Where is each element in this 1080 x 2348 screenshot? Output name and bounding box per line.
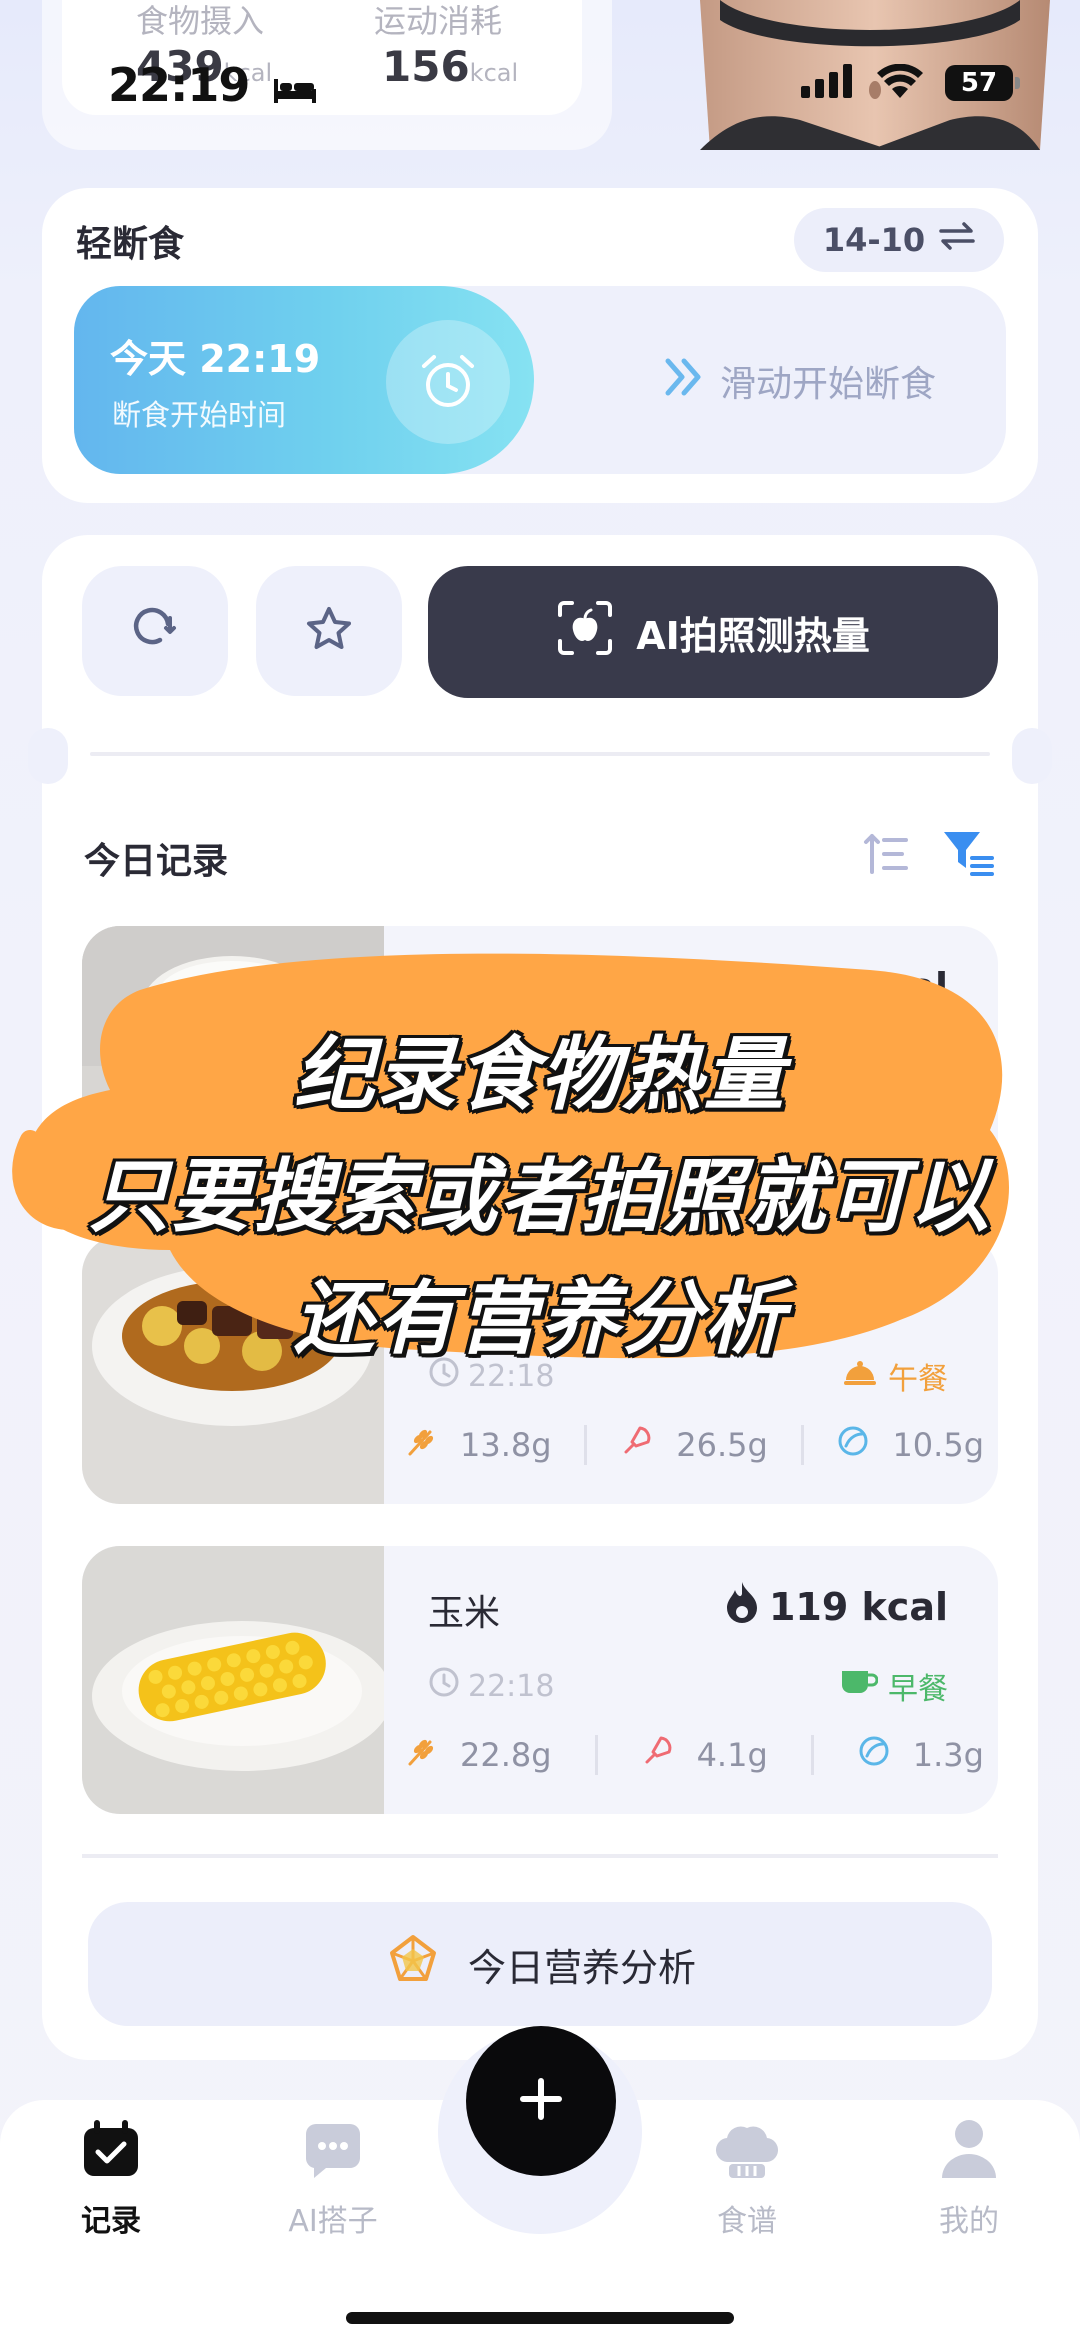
battery-level: 57 bbox=[945, 65, 1013, 101]
filter-button[interactable] bbox=[942, 828, 994, 882]
protein: 26.5g bbox=[620, 1424, 768, 1466]
status-time: 22:19 bbox=[108, 58, 318, 116]
person-icon bbox=[940, 2118, 998, 2188]
caption-line-2: 只要搜索或者拍照就可以 bbox=[89, 1150, 991, 1243]
tab-ai-buddy[interactable]: AI搭子 bbox=[248, 2120, 418, 2240]
tab-profile[interactable]: 我的 bbox=[884, 2120, 1054, 2240]
protein-value: 4.1g bbox=[696, 1736, 768, 1774]
camera-scan-icon bbox=[556, 599, 614, 666]
caption-line-1: 纪录食物热量 bbox=[294, 1028, 786, 1121]
oil-drop-icon bbox=[857, 1734, 891, 1776]
double-chevron-right-icon bbox=[664, 357, 706, 406]
alarm-clock-icon bbox=[386, 320, 510, 444]
add-record-button[interactable] bbox=[466, 2026, 616, 2176]
meal-label: 早餐 bbox=[888, 1672, 948, 1707]
burn-value: 156kcal bbox=[382, 42, 518, 91]
food-name: 玉米 bbox=[428, 1593, 501, 1634]
tab-label: 记录 bbox=[81, 2204, 141, 2239]
card-notch-left bbox=[28, 728, 68, 784]
status-indicators: 57 bbox=[801, 63, 1020, 102]
burn-unit: kcal bbox=[469, 59, 519, 87]
tab-recipes[interactable]: 食谱 bbox=[662, 2120, 832, 2240]
wifi-icon bbox=[877, 63, 923, 102]
food-entry[interactable]: 玉米 119 kcal 22:18 早餐 22.8g 4.1g 1.3g bbox=[82, 1546, 998, 1814]
macro-row: 22.8g 4.1g 1.3g bbox=[404, 1734, 984, 1776]
fasting-start-label: 断食开始时间 bbox=[112, 398, 287, 432]
food-time: 22:18 bbox=[428, 1666, 554, 1706]
nutrition-analysis-button[interactable]: 今日营养分析 bbox=[88, 1902, 992, 2026]
meal-tag: 早餐 bbox=[840, 1664, 948, 1708]
carbs: 13.8g bbox=[404, 1424, 552, 1466]
intake-label: 食物摄入 bbox=[136, 2, 265, 40]
status-time-text: 22:19 bbox=[108, 58, 250, 112]
tab-label: AI搭子 bbox=[288, 2204, 378, 2239]
protein: 4.1g bbox=[641, 1734, 768, 1776]
protein-value: 26.5g bbox=[676, 1426, 768, 1464]
nutrition-button-label: 今日营养分析 bbox=[467, 1945, 696, 1990]
fat: 1.3g bbox=[857, 1734, 984, 1776]
calendar-check-icon bbox=[80, 2118, 142, 2188]
carbs-value: 13.8g bbox=[460, 1426, 552, 1464]
sort-icon bbox=[862, 834, 910, 882]
food-calories: 119 kcal bbox=[723, 1580, 948, 1633]
drumstick-icon bbox=[620, 1424, 654, 1466]
caption-line-3: 还有营养分析 bbox=[294, 1272, 786, 1365]
divider bbox=[82, 1854, 998, 1858]
separator bbox=[594, 1735, 598, 1775]
food-time-value: 22:18 bbox=[468, 1668, 555, 1704]
tab-records[interactable]: 记录 bbox=[26, 2120, 196, 2240]
fat-value: 1.3g bbox=[912, 1736, 984, 1774]
swap-icon bbox=[939, 221, 975, 259]
carbs-value: 22.8g bbox=[460, 1736, 552, 1774]
carbs: 22.8g bbox=[404, 1734, 552, 1776]
chef-hat-icon bbox=[715, 2122, 779, 2188]
oil-drop-icon bbox=[836, 1424, 870, 1466]
fat: 10.5g bbox=[836, 1424, 984, 1466]
divider bbox=[90, 752, 990, 756]
food-kcal-value: 119 kcal bbox=[768, 1584, 948, 1629]
cellular-icon bbox=[801, 64, 855, 102]
search-icon bbox=[130, 604, 180, 658]
filter-icon bbox=[942, 832, 994, 882]
burn-label: 运动消耗 bbox=[374, 2, 503, 40]
records-title: 今日记录 bbox=[84, 841, 229, 882]
coffee-cup-icon bbox=[840, 1667, 879, 1705]
ai-photo-calorie-button[interactable]: AI拍照测热量 bbox=[428, 566, 998, 698]
chat-bubble-icon bbox=[302, 2122, 364, 2188]
search-button[interactable] bbox=[82, 566, 228, 696]
wheat-icon bbox=[404, 1424, 438, 1466]
separator bbox=[800, 1425, 804, 1465]
corn-photo bbox=[82, 1546, 392, 1814]
clock-icon bbox=[428, 1666, 460, 1706]
drumstick-icon bbox=[641, 1734, 675, 1776]
macro-row: 13.8g 26.5g 10.5g bbox=[404, 1424, 984, 1466]
slide-hint-text: 滑动开始断食 bbox=[720, 364, 937, 405]
flame-icon bbox=[723, 1580, 761, 1633]
tab-label: 我的 bbox=[939, 2204, 999, 2239]
ai-button-label: AI拍照测热量 bbox=[636, 613, 870, 658]
wheat-icon bbox=[404, 1734, 438, 1776]
favorites-button[interactable] bbox=[256, 566, 402, 696]
slide-hint: 滑动开始断食 bbox=[664, 355, 936, 407]
card-notch-right bbox=[1012, 728, 1052, 784]
fasting-title: 轻断食 bbox=[76, 224, 185, 265]
plus-icon bbox=[517, 2075, 565, 2127]
star-icon bbox=[304, 604, 354, 658]
battery-icon: 57 bbox=[945, 65, 1020, 101]
fasting-plan-label: 14-10 bbox=[822, 221, 926, 259]
sleep-icon bbox=[272, 62, 318, 116]
home-indicator[interactable] bbox=[346, 2312, 734, 2324]
sort-button[interactable] bbox=[862, 830, 910, 882]
fasting-plan-switch[interactable]: 14-10 bbox=[794, 208, 1004, 272]
tab-label: 食谱 bbox=[717, 2204, 777, 2239]
fat-value: 10.5g bbox=[892, 1426, 984, 1464]
nutrition-network-icon bbox=[384, 1931, 442, 1998]
burn-number: 156 bbox=[382, 42, 470, 91]
separator bbox=[584, 1425, 588, 1465]
fasting-start-time: 今天 22:19 bbox=[110, 337, 321, 381]
separator bbox=[810, 1735, 814, 1775]
